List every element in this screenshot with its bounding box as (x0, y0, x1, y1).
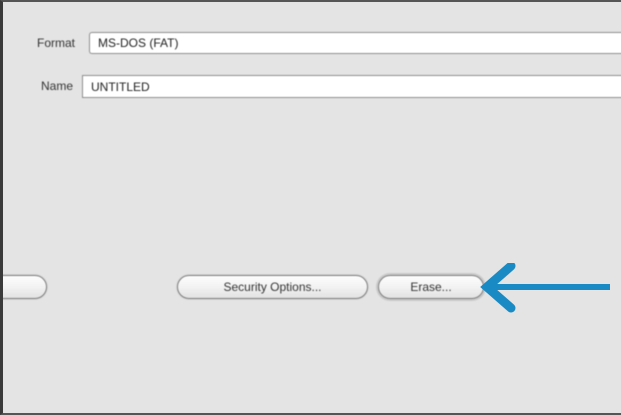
erase-button[interactable]: Erase... (378, 275, 484, 299)
name-field[interactable]: UNTITLED (82, 75, 621, 98)
format-value: MS-DOS (FAT) (98, 36, 179, 50)
disk-utility-erase-panel: Format MS-DOS (FAT) Name UNTITLED Securi… (0, 0, 621, 415)
partial-left-button[interactable] (3, 275, 47, 299)
security-options-button[interactable]: Security Options... (177, 275, 368, 299)
format-label: Format (36, 36, 75, 50)
security-options-label: Security Options... (223, 280, 322, 294)
left-arrow-icon (480, 263, 610, 313)
name-value: UNTITLED (91, 79, 150, 94)
format-popup[interactable]: MS-DOS (FAT) (89, 32, 621, 54)
erase-label: Erase... (410, 280, 452, 294)
name-label: Name (40, 79, 73, 93)
